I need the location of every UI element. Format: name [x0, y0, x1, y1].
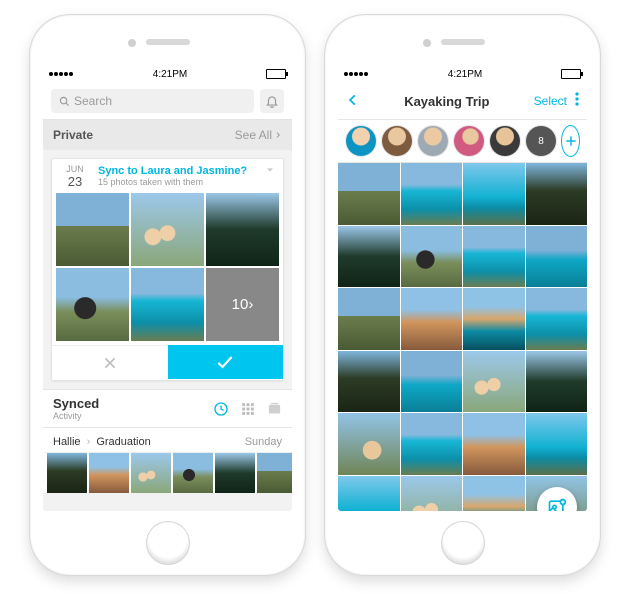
photo-thumb[interactable] — [401, 476, 463, 512]
avatar[interactable] — [454, 126, 484, 156]
row-breadcrumb: Hallie › Graduation — [53, 436, 151, 448]
card-subtitle: 15 photos taken with them — [98, 177, 247, 187]
photo-thumb[interactable] — [401, 288, 463, 350]
search-icon — [59, 96, 70, 107]
home-button[interactable] — [441, 521, 485, 565]
more-menu-button[interactable] — [575, 92, 579, 111]
photo-thumb[interactable] — [526, 226, 588, 288]
photo-thumb[interactable] — [56, 268, 129, 341]
home-button[interactable] — [146, 521, 190, 565]
photo-thumb[interactable] — [463, 351, 525, 413]
close-icon — [102, 355, 118, 371]
plus-icon — [564, 134, 578, 148]
photo-thumb[interactable] — [401, 226, 463, 288]
decline-button[interactable] — [52, 345, 168, 380]
avatar[interactable] — [490, 126, 520, 156]
check-icon — [215, 352, 235, 372]
bell-icon — [265, 94, 279, 108]
chevron-left-icon — [346, 93, 360, 107]
phone-album-view: 4:21PM Kayaking Trip Select — [325, 15, 600, 575]
photo-thumb[interactable] — [463, 476, 525, 512]
photo-thumb[interactable] — [401, 163, 463, 225]
row-time: Sunday — [245, 436, 282, 448]
photo-thumb[interactable] — [526, 288, 588, 350]
notifications-button[interactable] — [260, 89, 284, 113]
albums-icon[interactable] — [267, 401, 282, 416]
select-button[interactable]: Select — [534, 94, 567, 108]
search-bar: Search — [43, 83, 292, 120]
sync-suggestion-card: JUN 23 Sync to Laura and Jasmine? 15 pho… — [51, 158, 284, 381]
photo-thumb[interactable] — [131, 193, 204, 266]
signal-dots-icon — [49, 69, 74, 80]
photo-thumb[interactable] — [463, 226, 525, 288]
page-title: Kayaking Trip — [360, 94, 534, 109]
synced-section-header: Synced Activity — [43, 389, 292, 428]
photo-grid: 10› — [52, 193, 283, 341]
screen-left: 4:21PM Search Private See All — [43, 65, 292, 511]
avatar[interactable] — [418, 126, 448, 156]
synced-title: Synced — [53, 396, 99, 411]
photo-thumb[interactable] — [338, 351, 400, 413]
photo-thumb[interactable] — [338, 288, 400, 350]
photo-thumb[interactable] — [463, 413, 525, 475]
chevron-right-icon — [274, 131, 282, 139]
photo-thumb[interactable] — [338, 226, 400, 288]
photo-thumb[interactable] — [463, 163, 525, 225]
photo-thumb[interactable] — [401, 351, 463, 413]
screen-right: 4:21PM Kayaking Trip Select — [338, 65, 587, 511]
card-date: JUN 23 — [60, 165, 90, 189]
stage: 4:21PM Search Private See All — [0, 0, 625, 594]
private-section-header: Private See All — [43, 120, 292, 150]
status-time: 4:21PM — [153, 69, 187, 80]
photo-thumb[interactable] — [56, 193, 129, 266]
see-all-link[interactable]: See All — [235, 128, 282, 142]
photo-thumb[interactable] — [131, 268, 204, 341]
signal-dots-icon — [344, 69, 369, 80]
avatar-overflow[interactable]: 8 — [526, 126, 556, 156]
photo-thumb[interactable] — [401, 413, 463, 475]
search-placeholder: Search — [74, 94, 112, 108]
search-input[interactable]: Search — [51, 89, 254, 113]
nav-bar: Kayaking Trip Select — [338, 83, 587, 120]
photo-thumb[interactable] — [463, 288, 525, 350]
status-bar: 4:21PM — [43, 65, 292, 83]
album-grid — [338, 163, 587, 511]
private-title: Private — [53, 128, 93, 142]
photo-thumb[interactable] — [338, 476, 400, 512]
synced-row[interactable]: Hallie › Graduation Sunday — [43, 428, 292, 453]
add-participant-button[interactable] — [562, 126, 579, 156]
card-prompt: Sync to Laura and Jasmine? 15 photos tak… — [98, 165, 247, 187]
accept-button[interactable] — [168, 345, 284, 379]
more-vertical-icon — [575, 92, 579, 106]
participants-bar: 8 — [338, 120, 587, 163]
battery-icon — [561, 69, 581, 79]
more-photos-button[interactable]: 10› — [206, 268, 279, 341]
photo-thumb[interactable] — [526, 351, 588, 413]
status-bar: 4:21PM — [338, 65, 587, 83]
back-button[interactable] — [346, 93, 360, 110]
photo-thumb[interactable] — [526, 163, 588, 225]
avatar[interactable] — [346, 126, 376, 156]
synced-photo-strip[interactable] — [43, 453, 292, 493]
photo-thumb[interactable] — [206, 193, 279, 266]
status-time: 4:21PM — [448, 69, 482, 80]
photo-thumb[interactable] — [338, 163, 400, 225]
avatar[interactable] — [382, 126, 412, 156]
add-photo-icon — [547, 497, 567, 511]
battery-icon — [266, 69, 286, 79]
clock-icon[interactable] — [213, 401, 229, 417]
chevron-down-icon[interactable] — [265, 165, 275, 175]
grid-view-icon[interactable] — [241, 402, 255, 416]
photo-thumb[interactable] — [338, 413, 400, 475]
photo-thumb[interactable] — [526, 413, 588, 475]
phone-private-feed: 4:21PM Search Private See All — [30, 15, 305, 575]
synced-subtitle: Activity — [53, 411, 99, 421]
